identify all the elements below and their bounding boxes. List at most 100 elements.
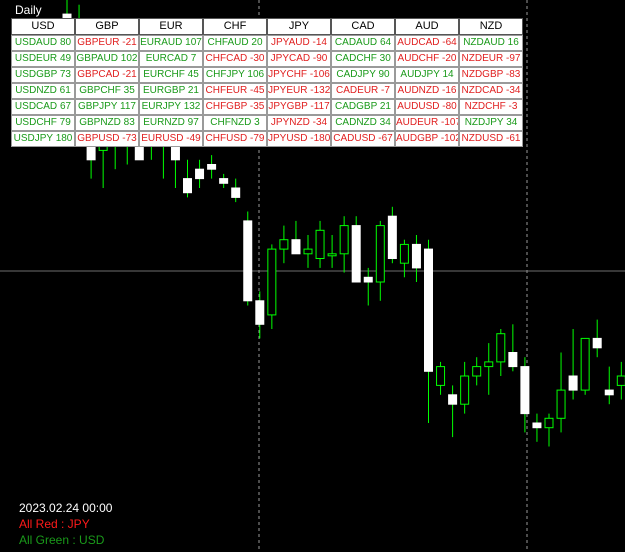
pair-name: JPYAUD <box>271 37 310 48</box>
candle-body <box>544 417 554 429</box>
pair-value: -83 <box>505 69 521 80</box>
candle-body <box>387 215 397 259</box>
candle-body <box>472 366 482 377</box>
pair-value: 64 <box>379 37 392 48</box>
candle-body <box>279 239 289 250</box>
pair-name: USDCHF <box>15 117 57 128</box>
pair-name: USDNZD <box>15 85 57 96</box>
pair-name: GBPJPY <box>77 101 118 112</box>
matrix-cell-jpyusd: JPYUSD -180 <box>267 131 331 147</box>
matrix-header-gbp: GBP <box>75 18 139 35</box>
candle-body <box>424 248 433 372</box>
matrix-cell-usdeur: USDEUR 49 <box>11 51 75 67</box>
pair-value: -14 <box>312 37 327 48</box>
pair-value: 90 <box>378 69 390 80</box>
pair-value: -80 <box>442 101 457 112</box>
pair-name: JPYEUR <box>268 85 308 96</box>
matrix-cell-chfusd: CHFUSD -79 <box>203 131 267 147</box>
candle-body <box>436 366 446 386</box>
pair-value: 45 <box>187 69 199 80</box>
matrix-column-jpy: JPY JPYAUD -14 JPYCAD -90 JPYCHF -106 JPYEUR… <box>267 18 331 147</box>
matrix-cell-gbpaud: GBPAUD 102 <box>75 51 139 67</box>
matrix-cell-nzdusd: NZDUSD -61 <box>459 131 523 147</box>
pair-name: USDCAD <box>14 101 58 112</box>
candle-body <box>327 253 337 257</box>
pair-name: JPYUSD <box>268 133 308 144</box>
pair-name: CHFCAD <box>205 53 248 64</box>
pair-value: 117 <box>120 101 136 112</box>
pair-name: NZDAUD <box>463 37 505 48</box>
matrix-cell-nzdjpy: NZDJPY 34 <box>459 115 523 131</box>
pair-name: CADGBP <box>335 101 378 112</box>
currency-strength-matrix: USD USDAUD 80 USDEUR 49 USDGBP 73 USDNZD 61 U… <box>11 18 523 147</box>
matrix-cell-eurusd: EURUSD -49 <box>139 131 203 147</box>
matrix-cell-nzdeur: NZDEUR -97 <box>459 51 523 67</box>
matrix-cell-cadeur: CADEUR -7 <box>331 83 395 99</box>
pair-name: NZDUSD <box>461 133 504 144</box>
pair-name: CHFUSD <box>205 133 248 144</box>
matrix-cell-cadusd: CADUSD -67 <box>331 131 395 147</box>
pair-name: EURCHF <box>143 69 185 80</box>
pair-name: CADAUD <box>334 37 378 48</box>
candle-body <box>315 229 325 260</box>
matrix-cell-gbpnzd: GBPNZD 83 <box>75 115 139 131</box>
matrix-cell-usdjpy: USDJPY 180 <box>11 131 75 147</box>
matrix-column-nzd: NZD NZDAUD 16 NZDEUR -97 NZDGBP -83 NZDCAD -… <box>459 18 523 147</box>
matrix-cell-usdnzd: USDNZD 61 <box>11 83 75 99</box>
candle-body <box>291 239 301 255</box>
matrix-cell-audcad: AUDCAD -64 <box>395 35 459 51</box>
matrix-cell-chfaud: CHFAUD 20 <box>203 35 267 51</box>
pair-value: -73 <box>122 133 137 144</box>
pair-value: -106 <box>309 69 330 80</box>
pair-value: 73 <box>59 69 71 80</box>
candle-body <box>195 168 205 180</box>
pair-name: CADJPY <box>336 69 376 80</box>
pair-name: JPYGBP <box>268 101 308 112</box>
pair-value: -79 <box>250 133 265 144</box>
pair-value: 132 <box>183 101 201 112</box>
pair-name: EURUSD <box>141 133 184 144</box>
matrix-cell-usdgbp: USDGBP 73 <box>11 67 75 83</box>
candle-body <box>568 375 578 391</box>
all-green-label: All Green : USD <box>19 533 105 547</box>
matrix-cell-audgbp: AUDGBP -102 <box>395 131 459 147</box>
pair-name: CADNZD <box>335 117 377 128</box>
candle-body <box>207 164 217 170</box>
candle-body <box>363 276 373 283</box>
pair-value: 83 <box>123 117 135 128</box>
pair-value: -117 <box>310 101 330 112</box>
candle-body <box>616 375 625 386</box>
matrix-cell-jpyaud: JPYAUD -14 <box>267 35 331 51</box>
pair-name: CHFNZD <box>210 117 252 128</box>
pair-name: AUDCHF <box>397 53 440 64</box>
matrix-cell-eurcad: EURCAD 7 <box>139 51 203 67</box>
matrix-cell-gbpusd: GBPUSD -73 <box>75 131 139 147</box>
matrix-cell-jpychf: JPYCHF -106 <box>267 67 331 83</box>
pair-name: USDGBP <box>15 69 58 80</box>
pair-name: GBPNZD <box>79 117 121 128</box>
matrix-cell-euraud: EURAUD 107 <box>139 35 203 51</box>
matrix-cell-nzdchf: NZDCHF -3 <box>459 99 523 115</box>
pair-value: -16 <box>442 85 457 96</box>
pair-value: -61 <box>506 133 521 144</box>
pair-value: 16 <box>507 37 519 48</box>
pair-name: CHFGBP <box>205 101 248 112</box>
matrix-cell-cadchf: CADCHF 30 <box>331 51 395 67</box>
matrix-cell-eurnzd: EURNZD 97 <box>139 115 203 131</box>
matrix-cell-cadjpy: CADJPY 90 <box>331 67 395 83</box>
candle-body <box>255 300 265 325</box>
pair-value: -34 <box>506 85 521 96</box>
pair-value: -20 <box>442 53 457 64</box>
pair-name: NZDCHF <box>464 101 506 112</box>
matrix-cell-usdchf: USDCHF 79 <box>11 115 75 131</box>
matrix-cell-chfgbp: CHFGBP -35 <box>203 99 267 115</box>
candle-body <box>411 243 421 269</box>
candle-body <box>219 178 229 184</box>
matrix-column-usd: USD USDAUD 80 USDEUR 49 USDGBP 73 USDNZD 61 U… <box>11 18 75 147</box>
candle-body <box>460 375 470 405</box>
matrix-cell-gbpcad: GBPCAD -21 <box>75 67 139 83</box>
pair-name: AUDCAD <box>397 37 440 48</box>
pair-value: -180 <box>310 133 331 144</box>
pair-value: 3 <box>254 117 260 128</box>
matrix-cell-audjpy: AUDJPY 14 <box>395 67 459 83</box>
